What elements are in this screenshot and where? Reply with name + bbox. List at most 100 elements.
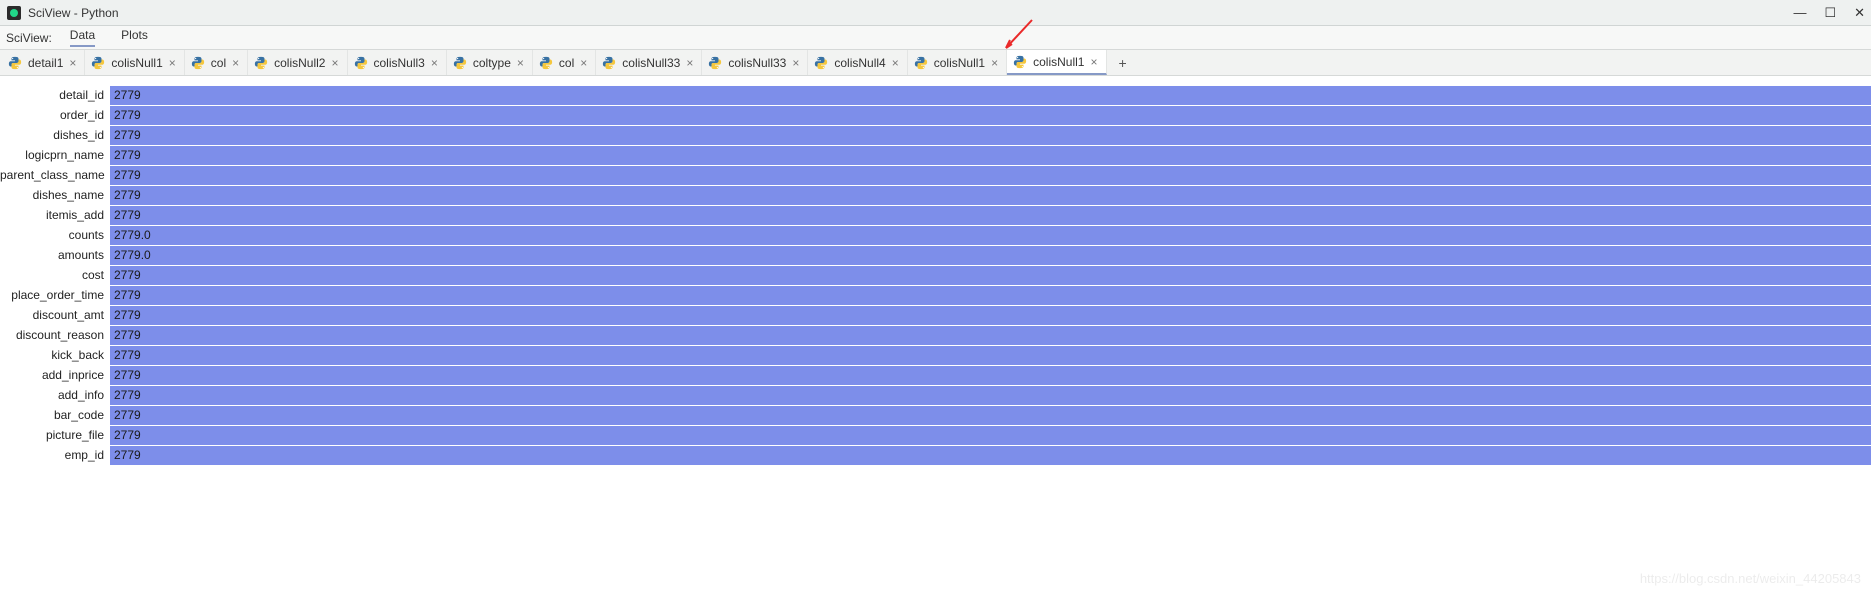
tab-label: colisNull1 — [1033, 55, 1084, 69]
row-name: dishes_id — [0, 126, 110, 145]
table-row[interactable]: add_info2779 — [0, 386, 1871, 405]
tab-label: colisNull1 — [111, 56, 162, 70]
tab-label: col — [559, 56, 574, 70]
row-value: 2779 — [110, 166, 1871, 185]
close-icon[interactable]: × — [686, 57, 693, 69]
row-value-wrap: 2779 — [110, 126, 1871, 145]
maximize-button[interactable]: ☐ — [1824, 5, 1836, 21]
tab-col[interactable]: col × — [185, 50, 248, 75]
row-value-wrap: 2779 — [110, 266, 1871, 285]
table-row[interactable]: cost2779 — [0, 266, 1871, 285]
close-icon[interactable]: × — [232, 57, 239, 69]
table-row[interactable]: logicprn_name2779 — [0, 146, 1871, 165]
row-value-wrap: 2779.0 — [110, 246, 1871, 265]
tab-colisNull33[interactable]: colisNull33 × — [596, 50, 702, 75]
row-name: place_order_time — [0, 286, 110, 305]
table-row[interactable]: counts2779.0 — [0, 226, 1871, 245]
table-row[interactable]: discount_reason2779 — [0, 326, 1871, 345]
panel-label: SciView: — [6, 31, 52, 45]
table-row[interactable]: picture_file2779 — [0, 426, 1871, 445]
table-row[interactable]: order_id2779 — [0, 106, 1871, 125]
row-name: emp_id — [0, 446, 110, 465]
close-icon[interactable]: × — [69, 57, 76, 69]
row-value-wrap: 2779 — [110, 366, 1871, 385]
data-panel: detail_id2779order_id2779dishes_id2779lo… — [0, 76, 1871, 465]
tab-label: coltype — [473, 56, 511, 70]
table-row[interactable]: discount_amt2779 — [0, 306, 1871, 325]
tab-colisNull3[interactable]: colisNull3× — [348, 50, 447, 75]
row-value-wrap: 2779 — [110, 306, 1871, 325]
row-value: 2779 — [110, 366, 1871, 385]
close-icon[interactable]: × — [1090, 56, 1097, 68]
menu-item-data[interactable]: Data — [70, 28, 95, 47]
python-icon — [354, 56, 368, 70]
table-row[interactable]: bar_code2779 — [0, 406, 1871, 425]
table-row[interactable]: parent_class_name2779 — [0, 166, 1871, 185]
row-name: picture_file — [0, 426, 110, 445]
row-value-wrap: 2779 — [110, 326, 1871, 345]
table-row[interactable]: itemis_add2779 — [0, 206, 1871, 225]
row-value: 2779 — [110, 406, 1871, 425]
window-controls: — ☐ ✕ — [1793, 5, 1865, 21]
close-icon[interactable]: × — [792, 57, 799, 69]
tab-colisNull4[interactable]: colisNull4 × — [808, 50, 907, 75]
tab-detail1[interactable]: detail1× — [2, 50, 85, 75]
close-icon[interactable]: × — [991, 57, 998, 69]
row-value-wrap: 2779 — [110, 206, 1871, 225]
table-row[interactable]: add_inprice2779 — [0, 366, 1871, 385]
row-value: 2779 — [110, 106, 1871, 125]
close-icon[interactable]: × — [892, 57, 899, 69]
row-value-wrap: 2779 — [110, 346, 1871, 365]
row-value-wrap: 2779 — [110, 86, 1871, 105]
row-value-wrap: 2779 — [110, 106, 1871, 125]
table-row[interactable]: dishes_name2779 — [0, 186, 1871, 205]
tab-label: col — [211, 56, 226, 70]
tab-colisNull1[interactable]: colisNull1 × — [908, 50, 1007, 75]
table-row[interactable]: kick_back2779 — [0, 346, 1871, 365]
row-value-wrap: 2779 — [110, 426, 1871, 445]
python-icon — [8, 56, 22, 70]
close-icon[interactable]: × — [431, 57, 438, 69]
row-value-wrap: 2779 — [110, 406, 1871, 425]
tab-colisNull1[interactable]: colisNull1 × — [1007, 50, 1106, 75]
close-icon[interactable]: × — [169, 57, 176, 69]
row-value-wrap: 2779 — [110, 186, 1871, 205]
close-button[interactable]: ✕ — [1854, 5, 1865, 21]
close-icon[interactable]: × — [580, 57, 587, 69]
data-table: detail_id2779order_id2779dishes_id2779lo… — [0, 86, 1871, 465]
tab-label: colisNull33 — [728, 56, 786, 70]
python-icon — [539, 56, 553, 70]
new-tab-button[interactable]: + — [1107, 55, 1139, 71]
tab-label: colisNull4 — [834, 56, 885, 70]
menu-item-plots[interactable]: Plots — [121, 28, 148, 47]
row-name: logicprn_name — [0, 146, 110, 165]
table-row[interactable]: amounts2779.0 — [0, 246, 1871, 265]
close-icon[interactable]: × — [517, 57, 524, 69]
row-name: detail_id — [0, 86, 110, 105]
table-row[interactable]: emp_id2779 — [0, 446, 1871, 465]
minimize-button[interactable]: — — [1793, 5, 1806, 20]
table-row[interactable]: dishes_id2779 — [0, 126, 1871, 145]
tab-colisNull2[interactable]: colisNull2× — [248, 50, 347, 75]
tab-coltype[interactable]: coltype × — [447, 50, 533, 75]
table-row[interactable]: place_order_time2779 — [0, 286, 1871, 305]
row-value: 2779 — [110, 306, 1871, 325]
row-value: 2779 — [110, 86, 1871, 105]
row-name: add_info — [0, 386, 110, 405]
row-value: 2779 — [110, 126, 1871, 145]
row-value: 2779 — [110, 386, 1871, 405]
tab-label: colisNull33 — [622, 56, 680, 70]
row-name: order_id — [0, 106, 110, 125]
row-value-wrap: 2779 — [110, 146, 1871, 165]
tab-label: colisNull1 — [934, 56, 985, 70]
close-icon[interactable]: × — [331, 57, 338, 69]
row-value-wrap: 2779.0 — [110, 226, 1871, 245]
row-value: 2779.0 — [110, 226, 1871, 245]
python-icon — [602, 56, 616, 70]
tab-col[interactable]: col × — [533, 50, 596, 75]
row-name: discount_amt — [0, 306, 110, 325]
table-row[interactable]: detail_id2779 — [0, 86, 1871, 105]
menubar: SciView: Data Plots — [0, 26, 1871, 50]
tab-colisNull1[interactable]: colisNull1 × — [85, 50, 184, 75]
tab-colisNull33[interactable]: colisNull33 × — [702, 50, 808, 75]
